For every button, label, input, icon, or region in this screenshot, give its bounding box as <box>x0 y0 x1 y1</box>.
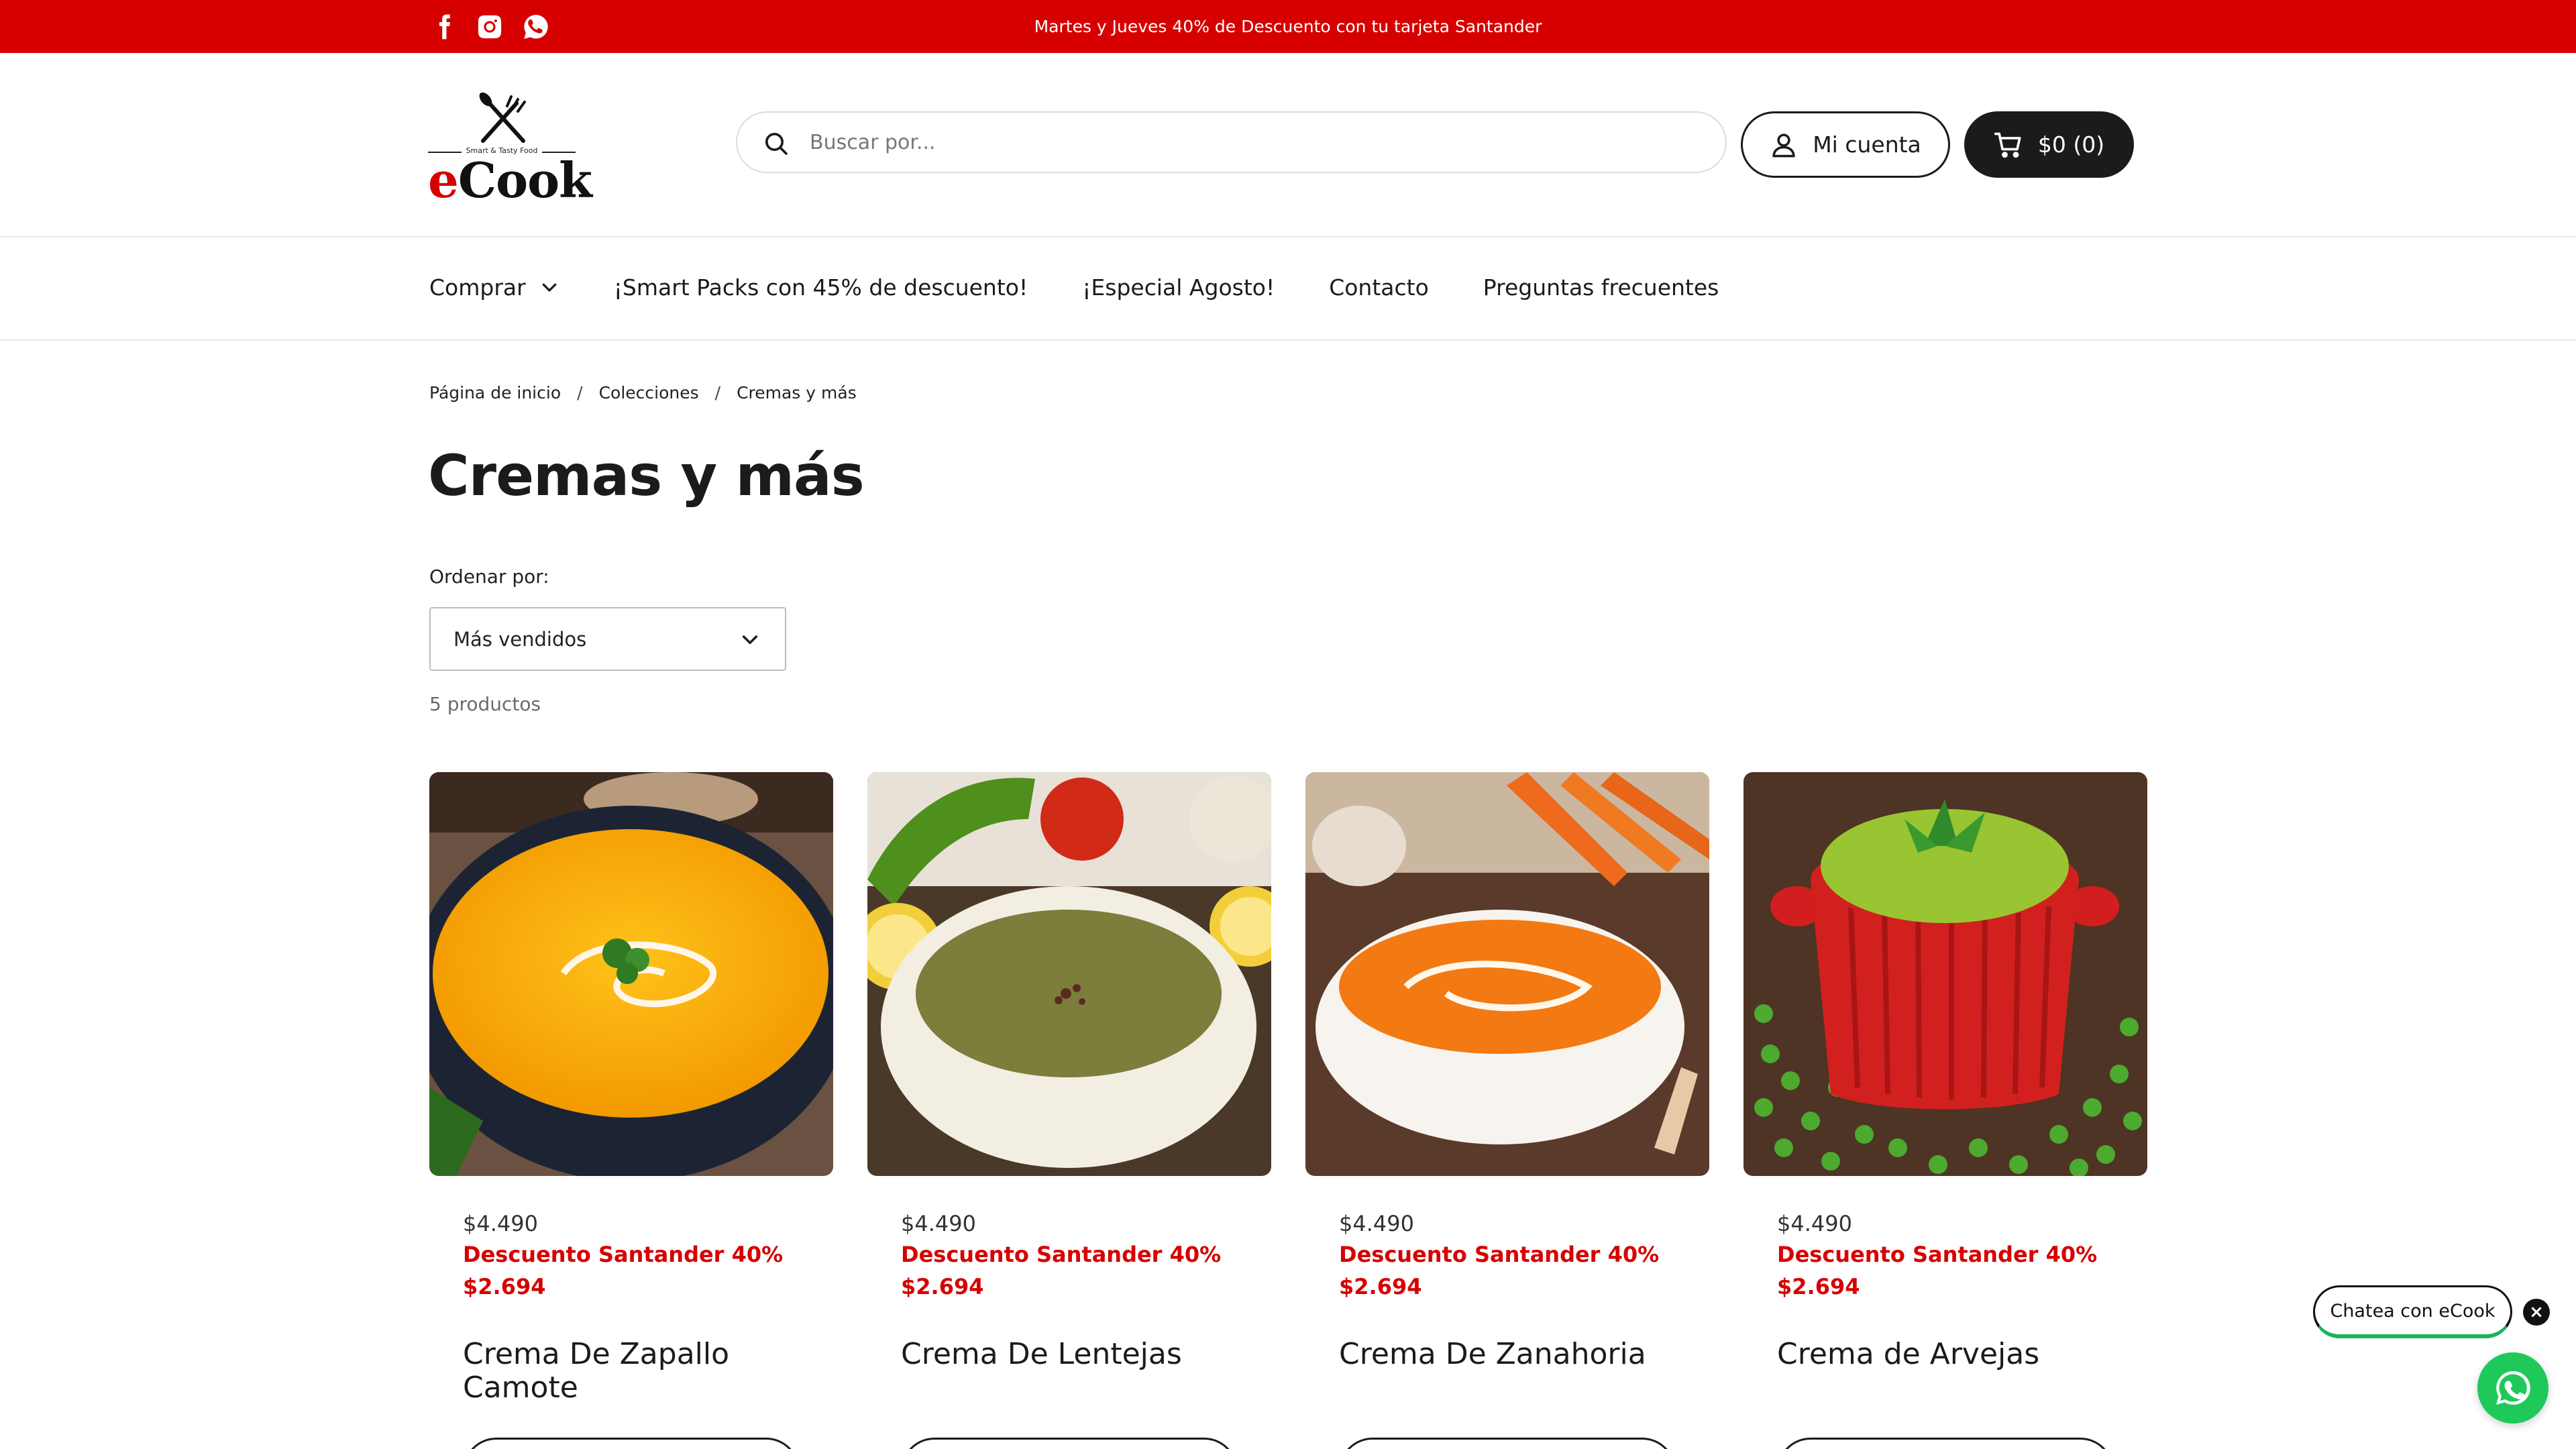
user-icon <box>1772 133 1795 157</box>
announcement-text: Martes y Jueves 40% de Descuento con tu … <box>1034 17 1542 36</box>
product-discount-price: $2.694 <box>1339 1274 1422 1299</box>
breadcrumb-separator: / <box>714 383 721 402</box>
product-discount-price: $2.694 <box>901 1274 984 1299</box>
product-name[interactable]: Crema De Zapallo Camote <box>463 1338 798 1405</box>
breadcrumb-separator: / <box>577 383 583 402</box>
product-price: $4.490 <box>463 1211 538 1236</box>
chevron-down-icon <box>742 635 758 644</box>
cart-icon <box>1994 132 2021 158</box>
search-bar[interactable] <box>736 111 1727 173</box>
product-price: $4.490 <box>1339 1211 1414 1236</box>
product-discount-label: Descuento Santander 40% <box>901 1242 1222 1267</box>
whatsapp-chat-button[interactable] <box>2477 1352 2548 1424</box>
search-icon[interactable] <box>763 130 790 157</box>
product-image-pumpkin-soup[interactable] <box>429 772 833 1176</box>
cart-button[interactable]: $0 (0) <box>1964 111 2134 178</box>
add-to-cart-button[interactable] <box>1339 1438 1676 1449</box>
product-discount-label: Descuento Santander 40% <box>1339 1242 1660 1267</box>
add-to-cart-button[interactable] <box>1777 1438 2114 1449</box>
nav-item-smart-packs[interactable]: ¡Smart Packs con 45% de descuento! <box>614 274 1028 301</box>
cart-label: $0 (0) <box>2037 131 2105 158</box>
product-discount-price: $2.694 <box>463 1274 546 1299</box>
breadcrumb-home[interactable]: Página de inicio <box>429 383 561 402</box>
account-label: Mi cuenta <box>1813 131 1921 158</box>
product-image-lentil-soup[interactable] <box>867 772 1271 1176</box>
product-card[interactable]: $4.490 Descuento Santander 40% $2.694 Cr… <box>1743 772 2147 1449</box>
product-name[interactable]: Crema De Lentejas <box>901 1338 1236 1371</box>
logo-wordmark-rest: Cook <box>458 152 592 209</box>
product-card[interactable]: $4.490 Descuento Santander 40% $2.694 Cr… <box>867 772 1271 1449</box>
header-divider <box>0 236 2576 237</box>
fork-knife-logo-icon <box>479 93 526 143</box>
sort-value: Más vendidos <box>453 627 587 651</box>
account-button[interactable]: Mi cuenta <box>1741 111 1950 178</box>
logo-wordmark-prefix: e <box>428 152 459 209</box>
sort-select[interactable]: Más vendidos <box>429 607 786 671</box>
product-card[interactable]: $4.490 Descuento Santander 40% $2.694 Cr… <box>429 772 833 1449</box>
chat-bubble[interactable]: Chatea con eCook <box>2313 1285 2512 1338</box>
nav-item-preguntas-frecuentes[interactable]: Preguntas frecuentes <box>1483 274 1719 301</box>
product-image-pea-soup[interactable] <box>1743 772 2147 1176</box>
product-price: $4.490 <box>1777 1211 1852 1236</box>
close-icon[interactable]: × <box>2523 1299 2550 1326</box>
page-title: Cremas y más <box>428 443 865 508</box>
nav-item-especial-agosto[interactable]: ¡Especial Agosto! <box>1082 274 1275 301</box>
product-image-carrot-soup[interactable] <box>1305 772 1709 1176</box>
main-nav: Comprar ¡Smart Packs con 45% de descuent… <box>429 260 1773 314</box>
breadcrumb: Página de inicio / Colecciones / Cremas … <box>429 383 857 402</box>
nav-item-label: Comprar <box>429 274 526 301</box>
product-discount-label: Descuento Santander 40% <box>463 1242 784 1267</box>
chevron-down-icon <box>542 283 557 292</box>
add-to-cart-button[interactable] <box>463 1438 800 1449</box>
breadcrumb-current: Cremas y más <box>737 383 857 402</box>
nav-item-comprar[interactable]: Comprar <box>429 274 559 301</box>
product-name[interactable]: Crema de Arvejas <box>1777 1338 2112 1371</box>
whatsapp-icon <box>2496 1371 2530 1405</box>
product-count: 5 productos <box>429 693 541 715</box>
product-name[interactable]: Crema De Zanahoria <box>1339 1338 1674 1371</box>
logo-wordmark: eCook <box>428 152 592 209</box>
sort-label: Ordenar por: <box>429 566 549 588</box>
product-discount-label: Descuento Santander 40% <box>1777 1242 2098 1267</box>
site-logo[interactable]: Smart & Tasty Food eCook <box>428 93 592 209</box>
nav-divider <box>0 339 2576 341</box>
product-card[interactable]: $4.490 Descuento Santander 40% $2.694 Cr… <box>1305 772 1709 1449</box>
announcement-bar: Martes y Jueves 40% de Descuento con tu … <box>0 0 2576 53</box>
product-discount-price: $2.694 <box>1777 1274 1860 1299</box>
breadcrumb-collections[interactable]: Colecciones <box>599 383 699 402</box>
nav-item-contacto[interactable]: Contacto <box>1329 274 1429 301</box>
add-to-cart-button[interactable] <box>901 1438 1238 1449</box>
product-price: $4.490 <box>901 1211 976 1236</box>
search-input[interactable] <box>810 113 1709 172</box>
